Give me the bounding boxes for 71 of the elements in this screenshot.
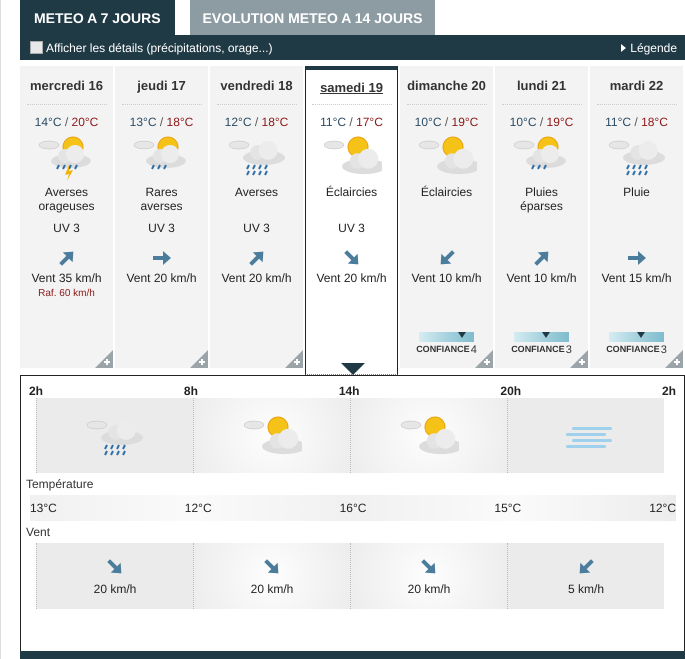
legend-label: Légende — [630, 40, 677, 54]
wind-speed: Vent 20 km/h — [221, 271, 292, 285]
confidence-label: CONFIANCE3 — [606, 344, 667, 356]
condition-label: Éclaircies — [324, 185, 378, 201]
hour-label: 2h — [662, 384, 676, 398]
expand-icon[interactable] — [475, 350, 493, 368]
confidence-label: CONFIANCE4 — [416, 344, 477, 356]
gust-speed: Raf. 60 km/h — [38, 288, 95, 299]
triangle-icon — [621, 44, 626, 52]
wind-speed: Vent 10 km/h — [506, 271, 577, 285]
wind-speed: 20 km/h — [94, 582, 136, 596]
condition-label: Averses orageuses — [37, 185, 96, 215]
day-label: dimanche 20 — [406, 66, 486, 105]
day-label: lundi 21 — [502, 66, 582, 105]
wind-label: Vent — [26, 525, 52, 539]
day-card[interactable]: jeudi 17 13°C / 18°C Rares averses UV 3 Vent 20 km/h — [115, 66, 208, 368]
condition-label: Pluie — [622, 185, 651, 201]
day-card[interactable]: dimanche 20 10°C / 19°C Éclaircies Vent 10 km/h CONFIANCE4 — [400, 66, 493, 368]
temperature-range: 13°C / 18°C — [130, 115, 194, 129]
day-card[interactable]: samedi 19 11°C / 17°C Éclaircies UV 3 Vent 20 km/h — [305, 66, 398, 375]
wind-speed: Vent 15 km/h — [601, 271, 672, 285]
wind-speed: 5 km/h — [568, 582, 604, 596]
temperature-value: 12°C — [649, 501, 676, 515]
wind-speed: Vent 20 km/h — [126, 271, 197, 285]
day-label: vendredi 18 — [216, 66, 296, 105]
temperature-range: 11°C / 18°C — [605, 115, 668, 129]
temperature-range: 12°C / 18°C — [224, 115, 288, 129]
temperature-range: 14°C / 20°C — [34, 115, 98, 129]
confidence-label: CONFIANCE3 — [511, 344, 572, 356]
uv-index: UV 3 — [148, 221, 175, 237]
day-card[interactable]: mercredi 16 14°C / 20°C Averses orageuses UV 3 Vent 35 km/h Raf. 60 km/h — [20, 66, 113, 368]
uv-index: UV 3 — [243, 221, 270, 237]
day-label: jeudi 17 — [122, 66, 202, 105]
legend-link[interactable]: Légende — [621, 40, 677, 54]
day-label: mardi 22 — [596, 66, 676, 105]
hour-label: 2h — [29, 384, 44, 398]
condition-label: Éclaircies — [420, 185, 474, 201]
hour-label: 8h — [184, 384, 198, 398]
day-label: mercredi 16 — [26, 66, 106, 105]
day-card[interactable]: mardi 22 11°C / 18°C Pluie Vent 15 km/h CONFIANCE3 — [590, 66, 683, 368]
condition-label: Averses — [234, 185, 280, 201]
wind-speed: Vent 10 km/h — [411, 271, 482, 285]
day-card[interactable]: vendredi 18 12°C / 18°C Averses UV 3 Vent 20 km/h — [210, 66, 303, 368]
wind-speed: Vent 35 km/h — [31, 271, 102, 285]
wind-speed: Vent 20 km/h — [316, 271, 387, 285]
day-card[interactable]: lundi 21 10°C / 19°C Pluies éparses Vent 10 km/h CONFIANCE3 — [495, 66, 588, 368]
temperature-value: 16°C — [340, 501, 366, 515]
expand-icon[interactable] — [665, 350, 683, 368]
day-label: samedi 19 — [312, 70, 392, 105]
temperature-label: Température — [26, 477, 94, 491]
expand-icon[interactable] — [190, 350, 208, 368]
uv-index: UV 3 — [53, 221, 80, 237]
tab[interactable]: METEO A 7 JOURS — [20, 0, 175, 35]
details-checkbox[interactable]: Afficher les détails (précipitations, orage...) — [30, 40, 273, 54]
uv-index: UV 3 — [338, 221, 365, 237]
expand-icon[interactable] — [285, 350, 303, 368]
temperature-value: 15°C — [494, 501, 522, 515]
expand-icon[interactable] — [570, 350, 588, 368]
pointer-icon — [341, 363, 365, 375]
temperature-value: 12°C — [184, 501, 212, 515]
hour-label: 14h — [338, 384, 360, 398]
temperature-value: 13°C — [30, 501, 57, 515]
wind-speed: 20 km/h — [408, 582, 450, 596]
wind-speed: 20 km/h — [250, 582, 294, 596]
expand-icon[interactable] — [95, 350, 113, 368]
hour-label: 20h — [500, 384, 522, 398]
temperature-range: 10°C / 19°C — [414, 115, 478, 129]
temperature-range: 11°C / 17°C — [320, 115, 383, 129]
condition-label: Rares averses — [139, 185, 184, 215]
temperature-range: 10°C / 19°C — [510, 115, 574, 129]
condition-label: Pluies éparses — [519, 185, 564, 215]
